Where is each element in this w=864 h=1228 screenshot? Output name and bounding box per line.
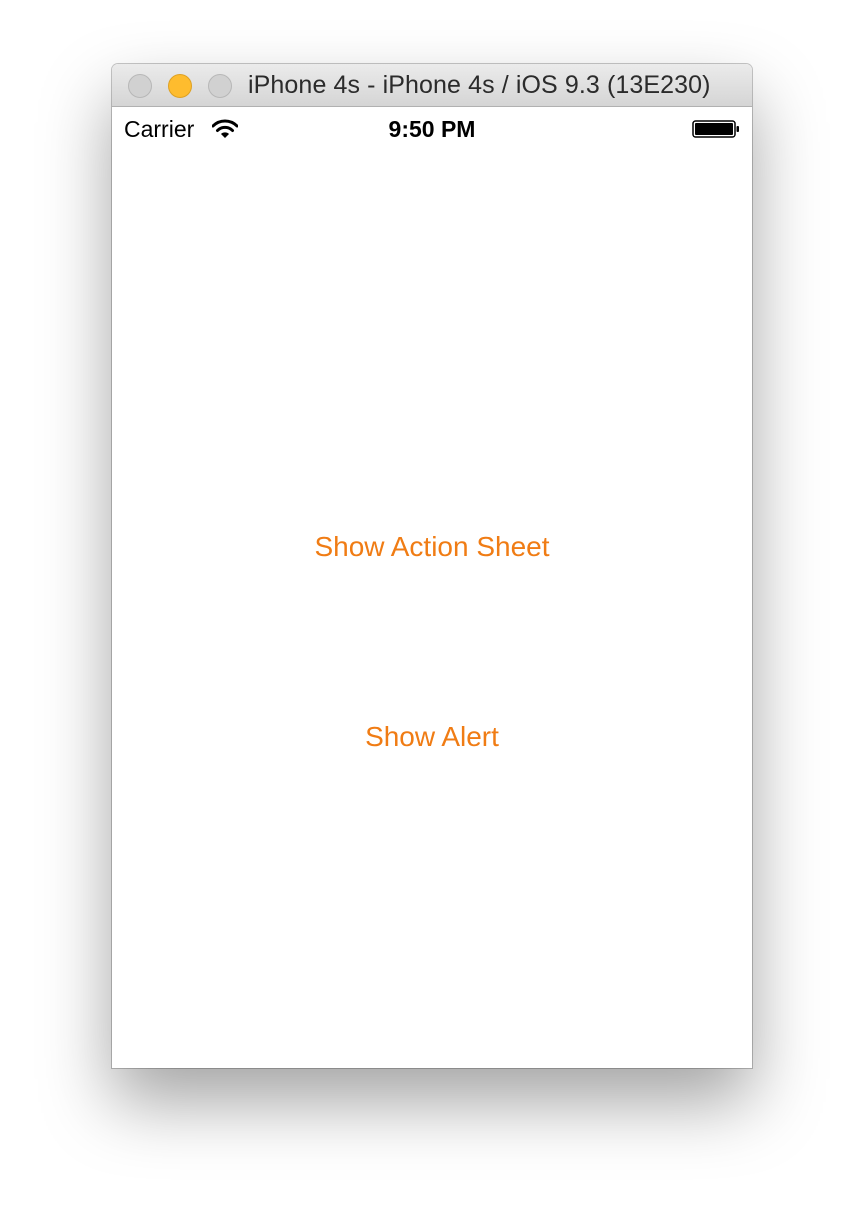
show-alert-button[interactable]: Show Alert	[112, 721, 752, 753]
window-title: iPhone 4s - iPhone 4s / iOS 9.3 (13E230)	[248, 71, 711, 99]
minimize-window-button[interactable]	[168, 74, 192, 98]
battery-icon	[692, 120, 740, 138]
zoom-window-button[interactable]	[208, 74, 232, 98]
status-time: 9:50 PM	[388, 116, 476, 142]
device-screen: Carrier 9:50 PM Show Action Sheet Show A…	[112, 107, 752, 1068]
show-action-sheet-button[interactable]: Show Action Sheet	[112, 531, 752, 563]
close-window-button[interactable]	[128, 74, 152, 98]
window-titlebar[interactable]: iPhone 4s - iPhone 4s / iOS 9.3 (13E230)	[112, 64, 752, 107]
status-bar: Carrier 9:50 PM	[112, 107, 752, 151]
simulator-window: iPhone 4s - iPhone 4s / iOS 9.3 (13E230)…	[112, 64, 752, 1068]
